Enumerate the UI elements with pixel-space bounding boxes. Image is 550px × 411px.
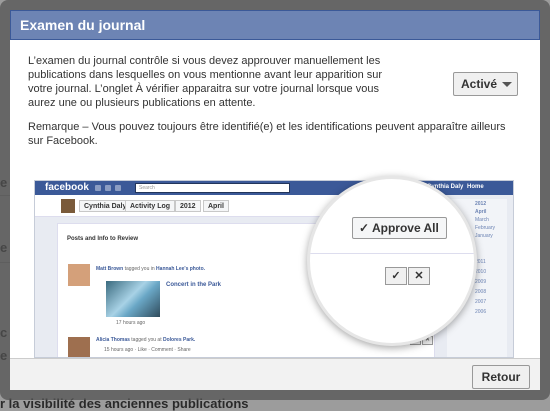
preview-year-pill: 2012 xyxy=(175,200,201,212)
return-button[interactable]: Retour xyxy=(472,365,530,389)
divider xyxy=(310,253,474,254)
notifications-icon xyxy=(115,185,121,191)
chevron-down-icon xyxy=(502,82,512,87)
timeline-year: 2012 xyxy=(475,201,487,207)
preview-photo-link: Concert in the Park xyxy=(166,282,222,288)
timeline-year: 2008 xyxy=(475,289,487,295)
preview-post1-time: 17 hours ago xyxy=(116,320,146,326)
review-setting-value: Activé xyxy=(461,77,498,91)
close-icon: ✕ xyxy=(408,267,430,285)
preview-name-pill: Cynthia Daly xyxy=(79,200,132,212)
review-setting-dropdown[interactable]: Activé xyxy=(453,72,518,96)
dialog-title: Examen du journal xyxy=(10,10,540,40)
dialog-footer: Retour xyxy=(10,358,540,390)
avatar xyxy=(61,199,75,213)
dialog-panel: Examen du journal L’examen du journal co… xyxy=(10,10,540,390)
checkmark-icon: ✓ xyxy=(385,267,407,285)
preview-activity-log-pill: Activity Log xyxy=(125,200,176,212)
messages-icon xyxy=(105,185,111,191)
timeline-year: 2010 xyxy=(475,269,487,275)
preview-tagged-photo xyxy=(106,281,160,317)
avatar xyxy=(68,264,90,286)
dialog-description: L’examen du journal contrôle si vous dev… xyxy=(28,55,383,109)
dialog-note: Remarque – Vous pouvez toujours être ide… xyxy=(28,121,506,147)
timeline-month: March xyxy=(475,217,489,223)
preview-panel-title: Posts and Info to Review xyxy=(67,236,139,242)
timeline-year: 2006 xyxy=(475,309,487,315)
checkmark-icon: ✓ xyxy=(359,221,370,235)
preview-home-link: Home xyxy=(467,184,484,190)
timeline-month: January xyxy=(475,233,493,239)
timeline-year: 2007 xyxy=(475,299,487,305)
friends-icon xyxy=(95,185,101,191)
timeline-year: 2009 xyxy=(475,279,487,285)
preview-post1-text: Matt Brown tagged you in Hannah Lee's ph… xyxy=(96,266,206,272)
preview-post2-time: 15 hours ago · Like · Comment · Share xyxy=(104,347,191,353)
preview-magnifier: ✓ Approve All ✓ ✕ xyxy=(307,176,477,346)
preview-month-pill: April xyxy=(203,200,229,212)
timeline-month: April xyxy=(475,209,487,215)
avatar xyxy=(68,337,90,357)
preview-post2-text: Alicia Thomas tagged you at Dolores Park… xyxy=(96,337,196,343)
facebook-logo: facebook xyxy=(45,182,89,193)
preview-approve-all-button: ✓ Approve All xyxy=(352,217,447,239)
preview-approve-all-label: Approve All xyxy=(371,221,439,235)
preview-search-input: Search xyxy=(135,183,290,193)
timeline-review-dialog: Examen du journal L’examen du journal co… xyxy=(0,0,550,400)
timeline-month: February xyxy=(475,225,496,231)
